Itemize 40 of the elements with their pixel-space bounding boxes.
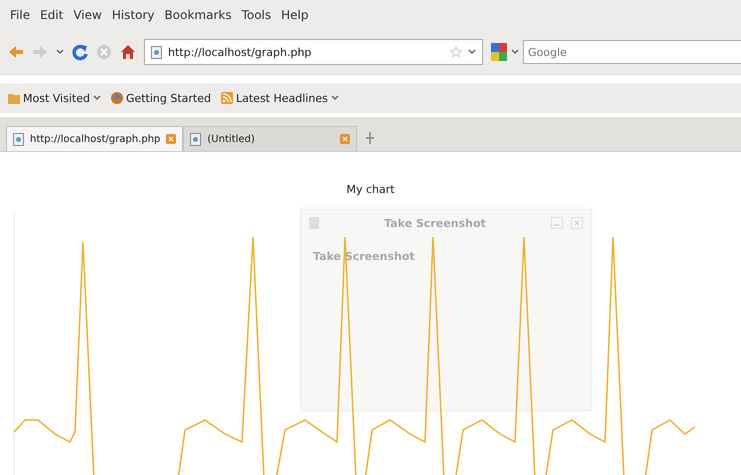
back-arrow-icon[interactable] <box>8 45 24 59</box>
menu-item[interactable]: History <box>112 6 155 24</box>
menu-item[interactable]: Help <box>281 6 308 24</box>
bookmark-link[interactable]: Latest Headlines <box>236 92 328 104</box>
minimize-icon[interactable] <box>551 217 563 229</box>
close-icon[interactable] <box>571 217 583 229</box>
home-icon[interactable] <box>120 44 136 60</box>
camera-icon <box>309 217 319 229</box>
menu-item[interactable]: Bookmarks <box>164 6 232 24</box>
menu-item[interactable]: Tools <box>242 6 272 24</box>
chart-title: My chart <box>346 183 395 196</box>
bookmark-link[interactable]: Getting Started <box>126 92 211 104</box>
address-bar[interactable]: http://localhost/graph.php <box>144 39 483 65</box>
browser-tab[interactable]: (Untitled) <box>183 126 358 151</box>
forward-arrow-icon[interactable] <box>32 45 48 59</box>
dropdown-icon[interactable] <box>56 49 64 55</box>
page-icon <box>190 132 202 146</box>
close-icon[interactable] <box>166 134 176 144</box>
bookmark-link[interactable]: Most Visited <box>23 92 90 104</box>
stop-icon[interactable] <box>96 44 112 60</box>
menu-item[interactable]: File <box>10 6 30 24</box>
page-icon <box>151 46 162 58</box>
globe-icon <box>110 92 123 104</box>
menu-item[interactable]: View <box>73 6 102 24</box>
browser-tab[interactable]: http://localhost/graph.php <box>6 126 184 151</box>
reload-icon[interactable] <box>72 43 88 61</box>
dropdown-icon[interactable] <box>511 49 519 55</box>
dropdown-icon[interactable] <box>330 95 339 101</box>
search-field[interactable]: Google <box>523 40 741 64</box>
page-icon <box>13 132 24 146</box>
close-icon[interactable] <box>340 134 350 144</box>
search-engine-icon[interactable] <box>491 43 507 61</box>
dropdown-icon[interactable] <box>468 49 476 55</box>
new-tab-icon[interactable] <box>365 131 376 145</box>
star-icon[interactable] <box>450 46 462 58</box>
dialog-title: Take Screenshot <box>383 216 487 230</box>
folder-icon <box>8 92 20 104</box>
menu-item[interactable]: Edit <box>40 6 64 24</box>
dropdown-icon[interactable] <box>92 95 101 101</box>
feed-icon <box>221 92 233 104</box>
